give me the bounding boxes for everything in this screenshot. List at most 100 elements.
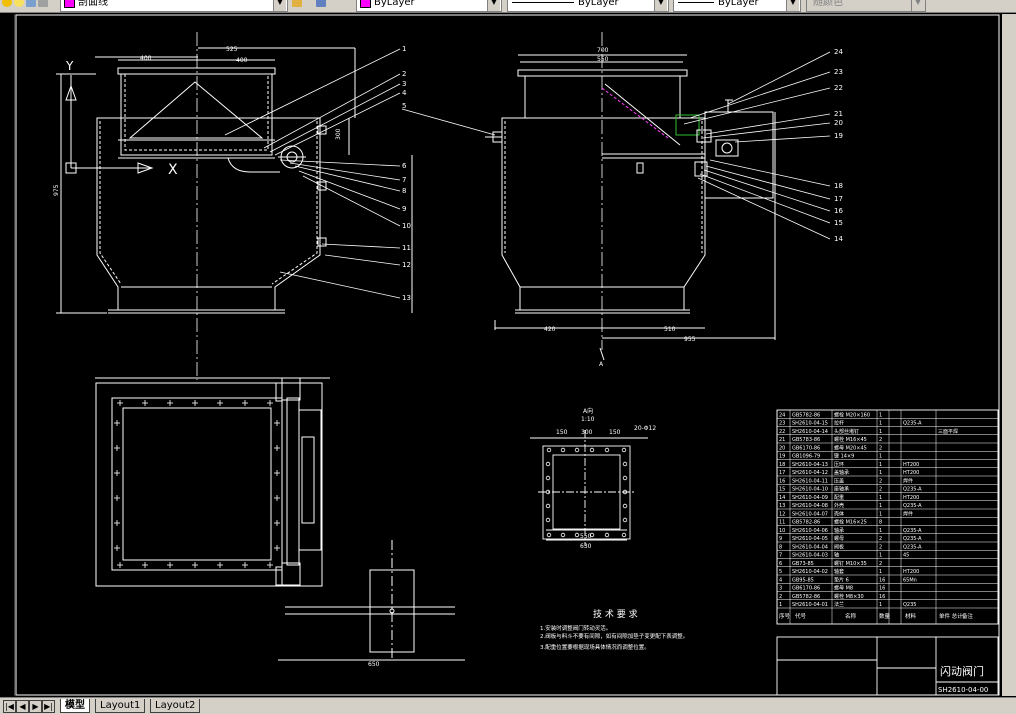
dim-630-flange: 630 (580, 543, 592, 550)
flange-hole (589, 447, 595, 453)
lineweight-dropdown[interactable]: ByLayer ▼ (673, 0, 801, 12)
balloon-label: 16 (834, 207, 843, 215)
tab-first-icon[interactable]: |◀ (3, 700, 16, 713)
balloon-label: 1 (402, 45, 406, 53)
parts-cell: 21 (779, 437, 785, 443)
sun-icon[interactable] (14, 0, 24, 7)
section-label: A (599, 361, 604, 368)
balloon-label: 4 (402, 89, 407, 97)
parts-cell: 压环 (834, 462, 844, 468)
parts-cell: 45 (903, 553, 909, 559)
parts-cell: 轴套 (834, 568, 844, 575)
parts-cell: 压盖 (834, 477, 844, 484)
parts-cell: 10 (779, 528, 785, 534)
tech-note-3: 3.配重位置要根据现场具体情况而调整位置。 (540, 643, 650, 651)
layer-name: 剖面线 (78, 0, 108, 8)
balloon-label: 23 (834, 68, 843, 76)
flange-hole (574, 447, 580, 453)
parts-cell: 1 (879, 569, 882, 575)
parts-cell: 1 (879, 421, 882, 427)
drawing-number: SH2610-04-00 (938, 686, 988, 694)
dim-700: 700 (597, 47, 609, 54)
parts-cell: GB6170-86 (792, 586, 820, 592)
linetype-preview (512, 1, 574, 3)
parts-cell: 4 (779, 577, 782, 583)
parts-cell: 2 (879, 437, 882, 443)
dim-510: 510 (664, 326, 676, 333)
svg-text:X: X (168, 162, 178, 178)
chevron-down-icon[interactable]: ▼ (786, 0, 799, 11)
flange-hole (622, 475, 628, 481)
make-current-layer-icon[interactable] (292, 0, 302, 7)
parts-cell: 18 (779, 462, 785, 468)
parts-cell: 阀板 (834, 543, 844, 550)
parts-cell: HT200 (903, 569, 919, 575)
parts-cell: GB5782-86 (792, 520, 820, 526)
parts-cell: 螺母 M20×45 (834, 444, 867, 451)
parts-cell: 1 (879, 412, 882, 418)
chevron-down-icon[interactable]: ▼ (487, 0, 500, 11)
parts-cell: GB5782-86 (792, 594, 820, 600)
balloon-label: 2 (402, 70, 406, 78)
parts-cell: HT200 (903, 495, 919, 501)
parts-cell: 16 (879, 594, 885, 600)
parts-cell: 法兰 (834, 601, 844, 608)
parts-cell: 配重 (834, 494, 844, 501)
tech-note-2: 2.阀板与料斗不要有间隙，如有间隙加垫子变更配下表调整。 (540, 632, 688, 640)
tab-prev-icon[interactable]: ◀ (16, 700, 29, 713)
layer-previous-icon[interactable] (316, 0, 326, 7)
balloon-label: 13 (402, 294, 411, 302)
flange-hole (604, 447, 610, 453)
layer-dropdown[interactable]: 剖面线 ▼ (60, 0, 288, 12)
balloon-label: 20 (834, 119, 843, 127)
parts-cell: 20 (779, 445, 785, 451)
chevron-down-icon[interactable]: ▼ (654, 0, 667, 11)
parts-cell: 2 (879, 445, 882, 451)
color-dropdown[interactable]: ByLayer ▼ (356, 0, 502, 12)
layer-color-icon[interactable] (38, 0, 48, 7)
front-balloon-group: 12345678910111213 (402, 45, 411, 302)
lightbulb-icon[interactable] (2, 0, 12, 7)
layout-tab-bar: |◀ ◀ ▶ ▶| 模型 Layout1 Layout2 (0, 697, 1016, 714)
vertical-scrollbar[interactable] (1002, 14, 1016, 696)
flange-hole (545, 517, 551, 523)
chevron-down-icon[interactable]: ▼ (273, 0, 286, 11)
tab-model[interactable]: 模型 (60, 699, 90, 713)
flange-hole (622, 517, 628, 523)
parts-cell: 12 (779, 511, 785, 517)
parts-cell: Q235-A (903, 421, 922, 427)
tab-next-icon[interactable]: ▶ (29, 700, 42, 713)
flange-detail (530, 430, 648, 546)
dim-400-b: 400 (236, 57, 248, 64)
parts-header-cell: 备注 (962, 612, 974, 620)
tab-last-icon[interactable]: ▶| (42, 700, 55, 713)
plan-view (95, 377, 465, 661)
parts-header-cell: 单件 总计 (939, 612, 963, 620)
linetype-dropdown[interactable]: ByLayer ▼ (507, 0, 669, 12)
parts-cell: GB1096-79 (792, 454, 820, 460)
lineweight-preview (678, 1, 714, 3)
drawing-canvas[interactable]: X Y 400 525 400 300 975 1 2 3 4 5 6 7 8 9 10 11 12 1… (15, 14, 1001, 696)
front-view (56, 32, 413, 380)
parts-cell: 15 (779, 487, 785, 493)
side-balloon-group: 24 23 22 2120 19 18 17 16 15 14 (834, 48, 843, 243)
dim-975: 975 (53, 184, 60, 196)
parts-cell: 8 (779, 544, 782, 550)
parts-cell: SH2610-04-13 (792, 462, 828, 468)
parts-header-cell: 名称 (845, 612, 857, 620)
balloon-label: 18 (834, 182, 843, 190)
tab-layout2[interactable]: Layout2 (150, 699, 201, 713)
parts-cell: 2 (879, 487, 882, 493)
tab-layout1[interactable]: Layout1 (95, 699, 146, 713)
balloon-label: 9 (402, 205, 406, 213)
chevron-down-icon[interactable]: ▼ (911, 0, 924, 11)
flange-hole (622, 503, 628, 509)
drawing-svg: X Y 400 525 400 300 975 1234567891011121… (15, 14, 1000, 696)
dim-420: 420 (544, 326, 556, 333)
plotstyle-dropdown[interactable]: 随颜色 ▼ (806, 0, 926, 12)
parts-cell: 8 (879, 520, 882, 526)
parts-cell: 1 (879, 454, 882, 460)
lock-icon[interactable] (26, 0, 36, 7)
drawing-title: 闪动阀门 (940, 664, 984, 678)
balloon-label: 21 (834, 110, 843, 118)
